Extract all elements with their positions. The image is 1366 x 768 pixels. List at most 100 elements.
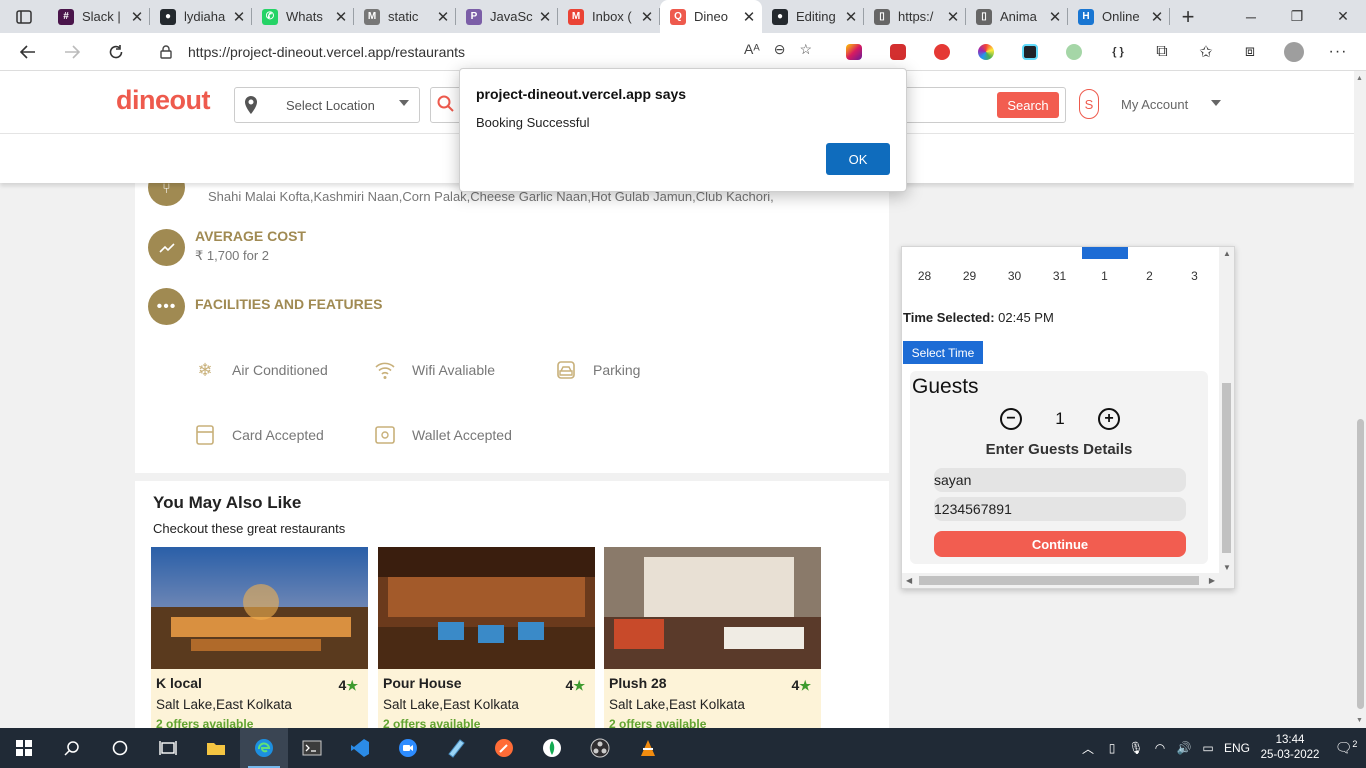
- close-tab-icon[interactable]: ✕: [640, 8, 654, 26]
- extension-1-icon[interactable]: [832, 33, 876, 71]
- my-account-menu[interactable]: My Account: [1121, 97, 1188, 112]
- browser-tab[interactable]: ✆ Whats ✕: [252, 0, 354, 33]
- select-time-button[interactable]: Select Time: [903, 341, 983, 364]
- browser-tab[interactable]: ● lydiaha ✕: [150, 0, 252, 33]
- terminal-button[interactable]: [288, 728, 336, 768]
- url-field[interactable]: https://project-dineout.vercel.app/resta…: [144, 37, 824, 67]
- language-indicator[interactable]: ENG: [1220, 741, 1254, 755]
- volume-icon[interactable]: 🔊: [1172, 741, 1196, 755]
- date-option[interactable]: 29: [947, 269, 992, 283]
- browser-tab[interactable]: ▯ Anima ✕: [966, 0, 1068, 33]
- scrollbar-thumb[interactable]: [919, 576, 1199, 585]
- date-option[interactable]: 3: [1172, 269, 1217, 283]
- close-tab-icon[interactable]: ✕: [232, 8, 246, 26]
- notification-center-button[interactable]: 🗨2: [1326, 739, 1366, 757]
- mongodb-compass-button[interactable]: [528, 728, 576, 768]
- zoom-button[interactable]: [384, 728, 432, 768]
- extension-2-icon[interactable]: [876, 33, 920, 71]
- settings-more-icon[interactable]: ···: [1316, 33, 1360, 71]
- restore-button[interactable]: ❐: [1274, 0, 1320, 33]
- close-tab-icon[interactable]: ✕: [334, 8, 348, 26]
- close-window-button[interactable]: ✕: [1320, 0, 1366, 33]
- close-tab-icon[interactable]: ✕: [946, 8, 960, 26]
- close-tab-icon[interactable]: ✕: [1150, 8, 1164, 26]
- dineout-logo[interactable]: dineout: [116, 85, 210, 116]
- ok-button[interactable]: OK: [826, 143, 890, 175]
- decrement-guest-button[interactable]: −: [1000, 408, 1022, 430]
- extension-6-icon[interactable]: [1052, 33, 1096, 71]
- booking-horizontal-scrollbar[interactable]: ◀ ▶: [902, 573, 1234, 588]
- browser-tab[interactable]: P JavaSc ✕: [456, 0, 558, 33]
- date-option[interactable]: 2: [1127, 269, 1172, 283]
- restaurant-card[interactable]: K local 4★ Salt Lake,East Kolkata 2 offe…: [151, 547, 368, 728]
- close-tab-icon[interactable]: ✕: [130, 8, 144, 26]
- zoom-icon[interactable]: ⊖: [774, 41, 786, 58]
- page-vertical-scrollbar[interactable]: ▲ ▼: [1354, 71, 1366, 728]
- search-taskbar-button[interactable]: [48, 728, 96, 768]
- date-option[interactable]: 30: [992, 269, 1037, 283]
- wifi-tray-icon[interactable]: ◠: [1148, 741, 1172, 755]
- browser-tab[interactable]: ▯ https:/ ✕: [864, 0, 966, 33]
- extensions-puzzle-icon[interactable]: ⧉: [1140, 33, 1184, 71]
- app-9-button[interactable]: [432, 728, 480, 768]
- postman-button[interactable]: [480, 728, 528, 768]
- close-tab-icon[interactable]: ✕: [436, 8, 450, 26]
- color-picker-icon[interactable]: [964, 33, 1008, 71]
- increment-guest-button[interactable]: +: [1098, 408, 1120, 430]
- new-tab-button[interactable]: +: [1170, 4, 1206, 30]
- start-button[interactable]: [0, 728, 48, 768]
- location-select[interactable]: Select Location: [234, 87, 420, 123]
- collections-icon[interactable]: ⧈: [1228, 33, 1272, 71]
- browser-tab[interactable]: M Inbox (✕: [558, 0, 660, 33]
- edge-browser-button[interactable]: [240, 728, 288, 768]
- date-option[interactable]: 28: [902, 269, 947, 283]
- browser-tab[interactable]: Mstatic ✕: [354, 0, 456, 33]
- facility-wallet: Wallet Accepted: [373, 423, 512, 447]
- favorites-icon[interactable]: ✩: [1184, 33, 1228, 71]
- restaurant-card[interactable]: Plush 28 4★ Salt Lake,East Kolkata 2 off…: [604, 547, 821, 728]
- read-aloud-icon[interactable]: Aᴬ: [744, 41, 760, 58]
- battery-icon[interactable]: ▭: [1196, 741, 1220, 755]
- refresh-button[interactable]: [98, 34, 134, 70]
- scrollbar-thumb[interactable]: [1222, 383, 1231, 553]
- search-button[interactable]: Search: [997, 92, 1059, 118]
- close-tab-icon[interactable]: ✕: [538, 8, 552, 26]
- task-view-button[interactable]: [144, 728, 192, 768]
- tab-title: Anima: [1000, 9, 1037, 24]
- opera-icon[interactable]: [920, 33, 964, 71]
- guest-name-field[interactable]: sayan: [934, 468, 1186, 492]
- restaurant-card[interactable]: Pour House 4★ Salt Lake,East Kolkata 2 o…: [378, 547, 595, 728]
- minimize-button[interactable]: ─: [1228, 0, 1274, 33]
- forward-button[interactable]: [54, 34, 90, 70]
- browser-tab[interactable]: H Online ✕: [1068, 0, 1170, 33]
- close-tab-icon[interactable]: ✕: [1048, 8, 1062, 26]
- clock[interactable]: 13:44 25-03-2022: [1254, 733, 1326, 763]
- react-devtools-icon[interactable]: [1008, 33, 1052, 71]
- date-option[interactable]: 1: [1082, 269, 1127, 283]
- vlc-button[interactable]: [624, 728, 672, 768]
- browser-tab[interactable]: # Slack | ✕: [48, 0, 150, 33]
- close-tab-icon[interactable]: ✕: [844, 8, 858, 26]
- back-button[interactable]: [10, 34, 46, 70]
- close-tab-icon[interactable]: ✕: [742, 8, 756, 26]
- vscode-button[interactable]: [336, 728, 384, 768]
- tab-actions-button[interactable]: [0, 0, 48, 33]
- user-avatar[interactable]: S: [1079, 89, 1099, 119]
- favorite-star-icon[interactable]: ☆: [799, 41, 812, 58]
- date-option[interactable]: 31: [1037, 269, 1082, 283]
- scrollbar-thumb[interactable]: [1357, 419, 1364, 709]
- cortana-button[interactable]: [96, 728, 144, 768]
- microphone-icon[interactable]: 🎙: [1124, 741, 1148, 755]
- device-icon[interactable]: ▯: [1100, 741, 1124, 755]
- show-hidden-icons-chevron-icon[interactable]: ︿: [1076, 740, 1100, 757]
- json-viewer-icon[interactable]: { }: [1096, 33, 1140, 71]
- browser-tab[interactable]: ● Editing ✕: [762, 0, 864, 33]
- account-chevron-down-icon[interactable]: [1211, 100, 1221, 106]
- browser-tab[interactable]: Q Dineo ✕: [660, 0, 762, 33]
- guest-phone-field[interactable]: 1234567891: [934, 497, 1186, 521]
- profile-avatar-icon[interactable]: [1272, 33, 1316, 71]
- file-explorer-button[interactable]: [192, 728, 240, 768]
- obs-button[interactable]: [576, 728, 624, 768]
- continue-button[interactable]: Continue: [934, 531, 1186, 557]
- booking-vertical-scrollbar[interactable]: ▲ ▼: [1219, 247, 1234, 574]
